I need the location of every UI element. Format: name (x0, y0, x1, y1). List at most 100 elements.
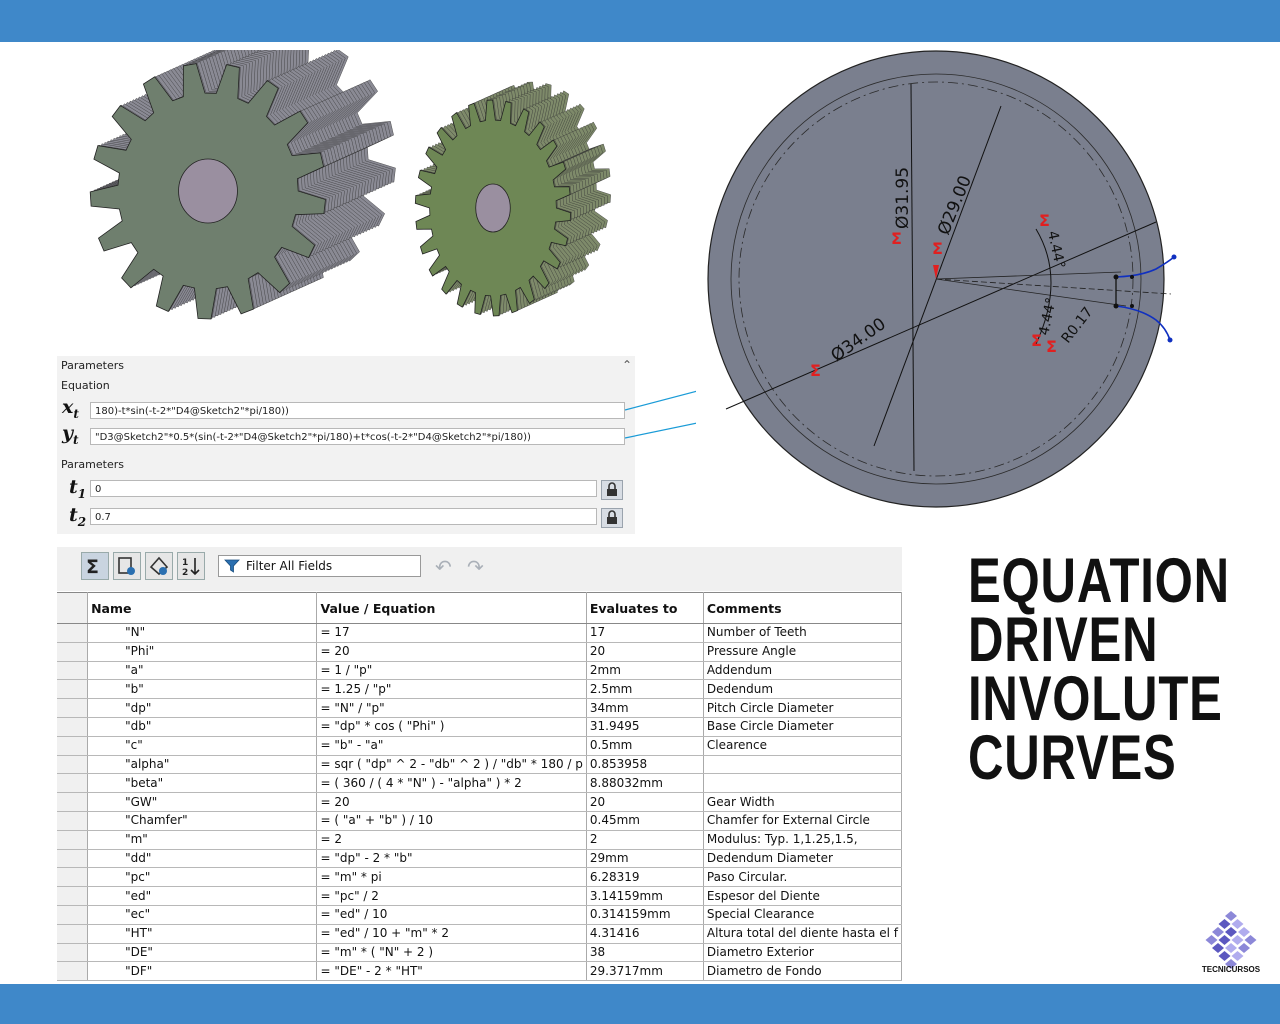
comment-cell[interactable]: Chamfer for External Circle (703, 811, 902, 831)
table-row[interactable]: "beta" = ( 360 / ( 4 * "N" ) - "alpha" ) … (57, 773, 902, 794)
value-cell[interactable]: = "N" / "p" (316, 698, 587, 718)
table-row[interactable]: "db" = "dp" * cos ( "Phi" ) 31.9495 Base Ci… (57, 717, 902, 737)
name-cell[interactable]: "DF" (87, 961, 318, 982)
name-cell[interactable]: "pc" (87, 867, 318, 888)
table-row[interactable]: "a" = 1 / "p" 2mm Addendum (57, 661, 902, 681)
t1-lock-icon[interactable] (601, 480, 623, 500)
evaluates-cell[interactable]: 0.45mm (586, 811, 704, 831)
name-cell[interactable]: "b" (87, 679, 318, 700)
evaluates-cell[interactable]: 38 (586, 943, 704, 963)
table-row[interactable]: "GW" = 20 20 Gear Width (57, 792, 902, 812)
name-cell[interactable]: "DE" (87, 943, 318, 963)
xt-equation-field[interactable]: 180)-t*sin(-t-2*"D4@Sketch2"*pi/180)) (90, 402, 625, 419)
comment-cell[interactable]: Clearence (703, 736, 902, 756)
t2-lock-icon[interactable] (601, 508, 623, 528)
table-row[interactable]: "c" = "b" - "a" 0.5mm Clearence (57, 736, 902, 756)
undo-icon[interactable]: ↶ (435, 557, 452, 577)
evaluates-cell[interactable]: 29mm (586, 849, 704, 869)
name-cell[interactable]: "alpha" (87, 755, 318, 775)
name-cell[interactable]: "dp" (87, 698, 318, 718)
evaluates-cell[interactable]: 20 (586, 792, 704, 812)
evaluates-cell[interactable]: 2mm (586, 661, 704, 681)
name-cell[interactable]: "dd" (87, 849, 318, 869)
value-cell[interactable]: = "dp" * cos ( "Phi" ) (316, 717, 587, 737)
comment-cell[interactable]: Altura total del diente hasta el f (703, 924, 902, 944)
name-cell[interactable]: "Phi" (87, 642, 318, 662)
evaluates-cell[interactable]: 17 (586, 623, 704, 643)
redo-icon[interactable]: ↷ (467, 557, 484, 577)
comment-cell[interactable]: Dedendum Diameter (703, 849, 902, 869)
value-cell[interactable]: = "b" - "a" (316, 736, 587, 756)
name-cell[interactable]: "Chamfer" (87, 811, 318, 831)
value-cell[interactable]: = 1 / "p" (316, 661, 587, 681)
name-cell[interactable]: "db" (87, 717, 318, 737)
evaluates-cell[interactable]: 29.3717mm (586, 961, 704, 982)
column-header-value[interactable]: Value / Equation (316, 592, 587, 624)
sketch-equation-view-icon[interactable] (113, 552, 141, 580)
value-cell[interactable]: = ( "a" + "b" ) / 10 (316, 811, 587, 831)
evaluates-cell[interactable]: 0.853958 (586, 755, 704, 775)
table-row[interactable]: "m" = 2 2 Modulus: Typ. 1,1.25,1.5, (57, 830, 902, 850)
dimension-view-icon[interactable] (145, 552, 173, 580)
name-cell[interactable]: "HT" (87, 924, 318, 944)
value-cell[interactable]: = "ed" / 10 + "m" * 2 (316, 924, 587, 944)
value-cell[interactable]: = "dp" - 2 * "b" (316, 849, 587, 869)
evaluates-cell[interactable]: 20 (586, 642, 704, 662)
name-cell[interactable]: "ec" (87, 905, 318, 925)
table-row[interactable]: "DE" = "m" * ( "N" + 2 ) 38 Diametro Exteri… (57, 943, 902, 963)
name-cell[interactable]: "m" (87, 830, 318, 850)
evaluates-cell[interactable]: 31.9495 (586, 717, 704, 737)
comment-cell[interactable]: Paso Circular. (703, 867, 902, 888)
comment-cell[interactable]: Diametro de Fondo (703, 961, 902, 982)
name-cell[interactable]: "N" (87, 623, 318, 643)
value-cell[interactable]: = "ed" / 10 (316, 905, 587, 925)
comment-cell[interactable]: Addendum (703, 661, 902, 681)
value-cell[interactable]: = ( 360 / ( 4 * "N" ) - "alpha" ) * 2 (316, 773, 587, 794)
table-row[interactable]: "dd" = "dp" - 2 * "b" 29mm Dedendum Diamete… (57, 849, 902, 869)
comment-cell[interactable]: Base Circle Diameter (703, 717, 902, 737)
evaluates-cell[interactable]: 0.5mm (586, 736, 704, 756)
table-row[interactable]: "DF" = "DE" - 2 * "HT" 29.3717mm Diametro d… (57, 961, 902, 982)
table-row[interactable]: "ec" = "ed" / 10 0.314159mm Special Clearan… (57, 905, 902, 925)
comment-cell[interactable]: Number of Teeth (703, 623, 902, 643)
value-cell[interactable]: = "m" * ( "N" + 2 ) (316, 943, 587, 963)
value-cell[interactable]: = "m" * pi (316, 867, 587, 888)
evaluates-cell[interactable]: 2 (586, 830, 704, 850)
comment-cell[interactable] (703, 773, 902, 794)
value-cell[interactable]: = 20 (316, 792, 587, 812)
yt-equation-field[interactable]: "D3@Sketch2"*0.5*(sin(-t-2*"D4@Sketch2"*… (90, 428, 625, 445)
table-row[interactable]: "alpha" = sqr ( "dp" ^ 2 - "db" ^ 2 ) / "… (57, 755, 902, 775)
evaluates-cell[interactable]: 3.14159mm (586, 886, 704, 906)
evaluates-cell[interactable]: 2.5mm (586, 679, 704, 700)
comment-cell[interactable]: Modulus: Typ. 1,1.25,1.5, (703, 830, 902, 850)
comment-cell[interactable]: Diametro Exterior (703, 943, 902, 963)
value-cell[interactable]: = 2 (316, 830, 587, 850)
collapse-chevron-icon[interactable]: ⌃ (622, 358, 632, 372)
comment-cell[interactable] (703, 755, 902, 775)
comment-cell[interactable]: Pressure Angle (703, 642, 902, 662)
value-cell[interactable]: = 1.25 / "p" (316, 679, 587, 700)
filter-all-fields-input[interactable]: Filter All Fields (218, 555, 421, 577)
value-cell[interactable]: = "pc" / 2 (316, 886, 587, 906)
evaluates-cell[interactable]: 0.314159mm (586, 905, 704, 925)
value-cell[interactable]: = sqr ( "dp" ^ 2 - "db" ^ 2 ) / "db" * 1… (316, 755, 587, 775)
value-cell[interactable]: = 17 (316, 623, 587, 643)
name-cell[interactable]: "a" (87, 661, 318, 681)
column-header-comments[interactable]: Comments (703, 592, 902, 624)
t1-field[interactable]: 0 (90, 480, 597, 497)
comment-cell[interactable]: Espesor del Diente (703, 886, 902, 906)
table-row[interactable]: "Chamfer" = ( "a" + "b" ) / 10 0.45mm Chamf… (57, 811, 902, 831)
name-cell[interactable]: "c" (87, 736, 318, 756)
evaluates-cell[interactable]: 6.28319 (586, 867, 704, 888)
value-cell[interactable]: = 20 (316, 642, 587, 662)
comment-cell[interactable]: Dedendum (703, 679, 902, 700)
name-cell[interactable]: "GW" (87, 792, 318, 812)
table-row[interactable]: "pc" = "m" * pi 6.28319 Paso Circular. (57, 867, 902, 888)
value-cell[interactable]: = "DE" - 2 * "HT" (316, 961, 587, 982)
column-header-evaluates[interactable]: Evaluates to (586, 592, 704, 624)
evaluates-cell[interactable]: 34mm (586, 698, 704, 718)
evaluates-cell[interactable]: 8.88032mm (586, 773, 704, 794)
comment-cell[interactable]: Special Clearance (703, 905, 902, 925)
t2-field[interactable]: 0.7 (90, 508, 597, 525)
equation-view-icon[interactable]: Σ (81, 552, 109, 580)
